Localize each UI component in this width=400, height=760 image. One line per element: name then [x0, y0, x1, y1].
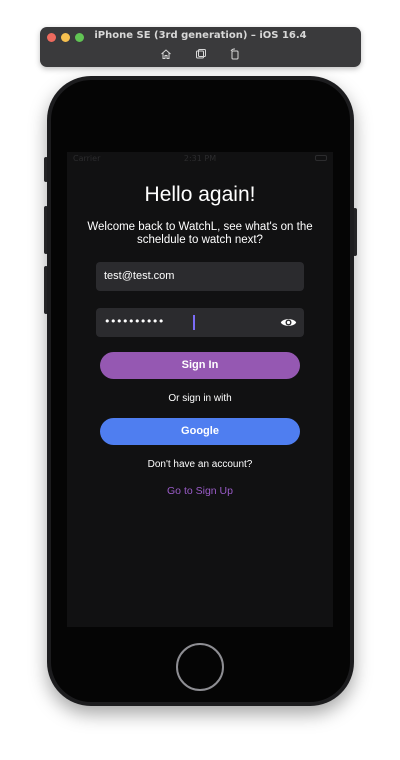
- simulator-title: iPhone SE (3rd generation) – iOS 16.4: [94, 30, 307, 41]
- home-button[interactable]: [176, 643, 224, 691]
- app-screen: Carrier 2:31 PM Hello again! Welcome bac…: [67, 152, 333, 627]
- simulator-tools: [40, 47, 361, 61]
- status-time: 2:31 PM: [183, 154, 217, 163]
- or-sign-in-label: Or sign in with: [168, 393, 232, 404]
- sign-in-button[interactable]: Sign In: [100, 352, 300, 379]
- google-sign-in-button[interactable]: Google: [100, 418, 300, 445]
- page-title: Hello again!: [144, 183, 256, 206]
- battery-icon: [315, 155, 327, 161]
- password-value: ••••••••••: [104, 315, 164, 328]
- email-field[interactable]: test@test.com: [96, 262, 304, 291]
- password-field[interactable]: ••••••••••: [96, 308, 304, 337]
- rotate-icon[interactable]: [229, 47, 241, 65]
- home-icon[interactable]: [160, 47, 172, 65]
- simulator-toolbar: iPhone SE (3rd generation) – iOS 16.4: [40, 27, 361, 67]
- eye-icon[interactable]: [280, 316, 297, 329]
- page-subtitle: Welcome back to WatchL, see what's on th…: [87, 221, 313, 246]
- no-account-label: Don't have an account?: [147, 459, 253, 470]
- text-caret: [193, 315, 195, 330]
- status-bar: Carrier 2:31 PM: [67, 152, 333, 166]
- email-value: test@test.com: [104, 270, 175, 282]
- sign-up-link[interactable]: Go to Sign Up: [67, 485, 333, 497]
- screenshot-icon[interactable]: [195, 47, 207, 65]
